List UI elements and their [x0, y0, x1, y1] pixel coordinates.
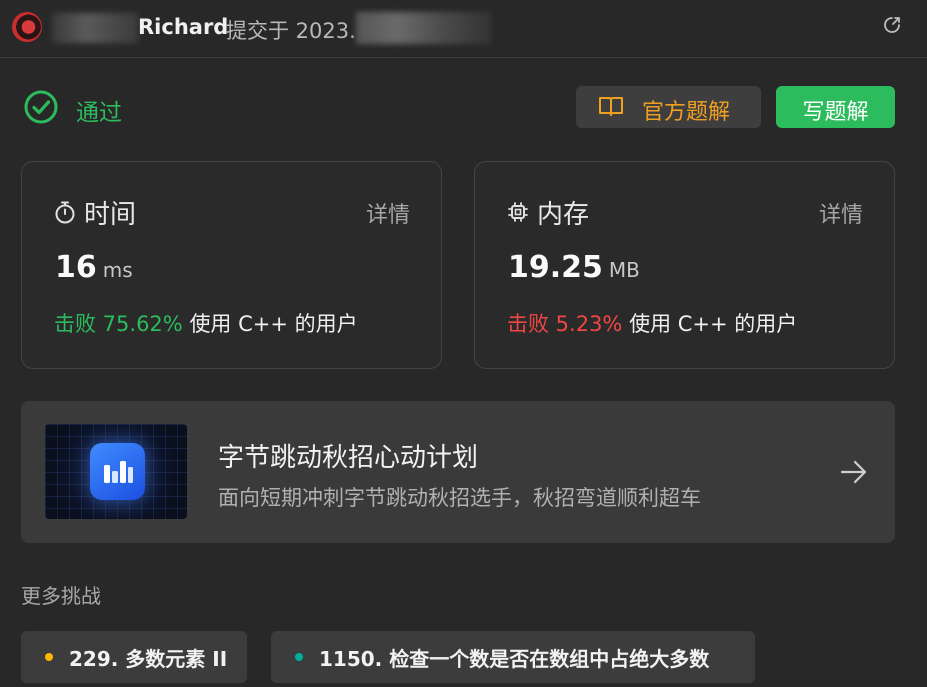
stopwatch-icon [55, 201, 75, 224]
check-circle-icon [24, 90, 58, 124]
submitted-time-label: 提交于 2023. [226, 19, 356, 43]
challenge-item[interactable]: 229. 多数元素 II [21, 631, 247, 683]
official-solution-button[interactable]: 官方题解 [576, 86, 761, 128]
promo-banner-image [45, 424, 187, 519]
status-accepted: 通过 [76, 100, 122, 126]
bytedance-logo-icon [90, 443, 145, 500]
chip-icon [508, 202, 528, 222]
arrow-right-icon[interactable] [839, 459, 869, 485]
runtime-card: 时间 详情 16 ms 击败 75.62% 使用 C++ 的用户 [21, 161, 442, 369]
runtime-beat-suffix: 使用 C++ 的用户 [189, 312, 358, 336]
runtime-value: 16 [55, 250, 97, 285]
submission-header: Richard 提交于 2023. [0, 0, 927, 58]
username[interactable]: Richard [138, 15, 228, 39]
difficulty-dot-medium [45, 653, 53, 661]
official-solution-label: 官方题解 [642, 100, 731, 125]
memory-value-row: 19.25 MB [508, 250, 640, 285]
memory-beat-percent: 击败 5.23% [507, 312, 623, 336]
memory-beat-suffix: 使用 C++ 的用户 [629, 312, 798, 336]
memory-detail-link[interactable]: 详情 [819, 197, 863, 229]
more-challenges-title: 更多挑战 [21, 584, 101, 608]
write-solution-button[interactable]: 写题解 [776, 86, 895, 128]
runtime-value-row: 16 ms [55, 250, 133, 285]
challenge-item-label: 229. 多数元素 II [69, 646, 228, 671]
write-solution-label: 写题解 [802, 100, 869, 125]
challenge-item-label: 1150. 检查一个数是否在数组中占绝大多数 [319, 646, 710, 671]
runtime-title: 时间 [84, 200, 137, 230]
challenge-item[interactable]: 1150. 检查一个数是否在数组中占绝大多数 [271, 631, 755, 683]
runtime-detail-link[interactable]: 详情 [366, 197, 410, 229]
difficulty-dot-easy [295, 653, 303, 661]
runtime-beat-percent: 击败 75.62% [54, 312, 183, 336]
book-icon [599, 97, 623, 116]
memory-beat-row: 击败 5.23% 使用 C++ 的用户 [507, 308, 797, 338]
promo-banner-title: 字节跳动秋招心动计划 [218, 443, 479, 473]
runtime-beat-row: 击败 75.62% 使用 C++ 的用户 [54, 308, 358, 338]
memory-unit: MB [608, 258, 640, 282]
memory-title: 内存 [537, 200, 590, 230]
promo-banner-subtitle: 面向短期冲刺字节跳动秋招选手，秋招弯道顺利超车 [218, 486, 701, 510]
avatar[interactable] [12, 12, 42, 42]
redacted-timestamp [356, 12, 492, 44]
promo-banner[interactable]: 字节跳动秋招心动计划 面向短期冲刺字节跳动秋招选手，秋招弯道顺利超车 [21, 401, 895, 543]
memory-value: 19.25 [508, 250, 603, 285]
external-link-icon[interactable] [882, 15, 902, 35]
memory-card: 内存 详情 19.25 MB 击败 5.23% 使用 C++ 的用户 [474, 161, 895, 369]
redacted-username [52, 13, 138, 43]
runtime-unit: ms [102, 258, 133, 282]
